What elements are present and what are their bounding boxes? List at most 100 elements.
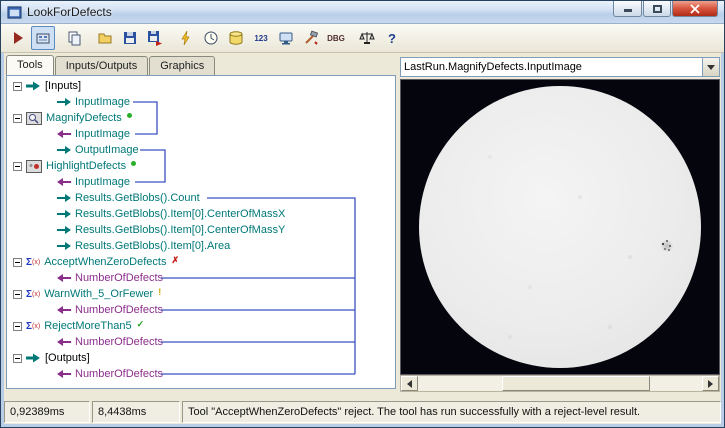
scrollbar-track[interactable] [418,376,702,391]
arrow-right-icon [708,379,713,388]
sigma-tool-icon: Σ (x) [26,320,41,332]
status-warn-icon: ! [158,287,162,297]
scroll-left-button[interactable] [401,376,418,391]
tool-tree: [Inputs] InputImage MagnifyDefects Input… [7,76,395,388]
maximize-button[interactable] [643,1,671,17]
close-button[interactable] [672,1,718,17]
debug-button[interactable]: DBG [324,26,348,50]
output-arrow-icon [57,241,71,251]
io-arrow-icon [26,80,41,92]
status-message: Tool "AcceptWhenZeroDefects" reject. The… [182,401,721,423]
database-button[interactable] [224,26,248,50]
tree-terminal-warn-numberofdefects[interactable]: NumberOfDefects [7,302,395,318]
status-accept-icon: ✓ [136,318,145,329]
collapse-icon[interactable] [13,161,22,171]
collapse-icon[interactable] [13,353,22,363]
help-button[interactable]: ? [380,26,404,50]
collapse-icon[interactable] [13,81,22,91]
current-image-icon [36,33,50,44]
collapse-icon[interactable] [13,321,22,331]
status-ran-icon [131,160,137,166]
tree-terminal-magnify-outputimage[interactable]: OutputImage [7,142,395,158]
left-panel-tabs: Tools Inputs/Outputs Graphics [6,55,216,75]
collapse-icon[interactable] [13,113,22,123]
tree-node-inputs-group[interactable]: [Inputs] [7,78,395,94]
tab-graphics[interactable]: Graphics [149,56,216,75]
tab-tools[interactable]: Tools [6,55,54,75]
image-source-value: LastRun.MagnifyDefects.InputImage [404,61,582,73]
tree-terminal-magnify-inputimage[interactable]: InputImage [7,126,395,142]
debug-dbg-icon: DBG [327,33,345,43]
title-bar[interactable]: LookForDefects [1,1,724,24]
save-image-icon [148,31,162,46]
tree-node-rejectmorethan5[interactable]: Σ (x) RejectMoreThan5 ✓ [7,318,395,334]
current-image-toggle-button[interactable] [31,26,55,50]
numeric-display-button[interactable]: 123 [249,26,273,50]
output-arrow-icon [57,97,71,107]
arrow-left-icon [407,379,412,388]
tree-terminal-outputs-numberofdefects[interactable]: NumberOfDefects [7,366,395,382]
tree-terminal-centerofmassy[interactable]: Results.GetBlobs().Item[0].CenterOfMassY [7,222,395,238]
save-button[interactable] [118,26,142,50]
magnify-tool-icon [26,111,42,125]
tree-terminal-inputs-inputimage[interactable]: InputImage [7,94,395,110]
tree-node-acceptwhenzerodefects[interactable]: Σ (x) AcceptWhenZeroDefects ✗ [7,254,395,270]
tree-terminal-highlight-inputimage[interactable]: InputImage [7,174,395,190]
tree-node-outputs-group[interactable]: [Outputs] [7,350,395,366]
tree-terminal-reject-numberofdefects[interactable]: NumberOfDefects [7,334,395,350]
status-reject-icon: ✗ [171,254,180,265]
tools-button[interactable] [299,26,323,50]
save-image-button[interactable] [143,26,167,50]
image-display[interactable] [400,79,720,375]
tree-terminal-accept-numberofdefects[interactable]: NumberOfDefects [7,270,395,286]
input-arrow-icon [57,177,71,187]
open-button[interactable] [93,26,117,50]
inspected-disc-image [419,86,701,368]
run-icon [14,32,23,44]
maximize-icon [652,5,662,13]
monitor-button[interactable] [274,26,298,50]
input-arrow-icon [57,305,71,315]
tree-node-highlightdefects[interactable]: HighlightDefects [7,158,395,174]
status-bar: 0,92389ms 8,4438ms Tool "AcceptWhenZeroD… [4,401,721,423]
profiler-button[interactable] [355,26,379,50]
image-source-dropdown[interactable]: LastRun.MagnifyDefects.InputImage [400,57,720,77]
close-icon [690,3,700,14]
tool-tree-panel: [Inputs] InputImage MagnifyDefects Input… [6,75,396,389]
tree-terminal-centerofmassx[interactable]: Results.GetBlobs().Item[0].CenterOfMassX [7,206,395,222]
image-horizontal-scrollbar[interactable] [400,375,720,392]
input-arrow-icon [57,369,71,379]
database-icon [229,31,243,45]
collapse-icon[interactable] [13,257,22,267]
tree-terminal-blobs-count[interactable]: Results.GetBlobs().Count [7,190,395,206]
tree-node-magnifydefects[interactable]: MagnifyDefects [7,110,395,126]
chevron-down-icon [707,64,715,70]
output-arrow-icon [57,209,71,219]
status-ran-icon [126,112,132,118]
minimize-button[interactable] [613,1,642,17]
scale-icon [359,32,375,44]
copy-button[interactable] [62,26,86,50]
dropdown-button[interactable] [702,58,719,76]
tab-inputs-outputs[interactable]: Inputs/Outputs [54,56,149,75]
monitor-icon [279,32,293,45]
scrollbar-thumb[interactable] [502,376,650,391]
output-arrow-icon [57,193,71,203]
defect-blob [657,236,677,256]
input-arrow-icon [57,273,71,283]
collapse-icon[interactable] [13,289,22,299]
run-once-button[interactable] [174,26,198,50]
lightning-icon [181,30,190,46]
scroll-right-button[interactable] [702,376,719,391]
timer-button[interactable] [199,26,223,50]
io-arrow-icon [26,352,41,364]
app-icon [7,5,22,19]
numeric-123-icon: 123 [254,33,268,43]
main-toolbar: 123 DBG ? [1,24,724,53]
highlight-tool-icon [26,159,42,173]
tree-node-warnwith5orfewer[interactable]: Σ (x) WarnWith_5_OrFewer ! [7,286,395,302]
tree-terminal-area[interactable]: Results.GetBlobs().Item[0].Area [7,238,395,254]
input-arrow-icon [57,129,71,139]
run-button[interactable] [6,26,30,50]
tools-icon [305,30,319,45]
